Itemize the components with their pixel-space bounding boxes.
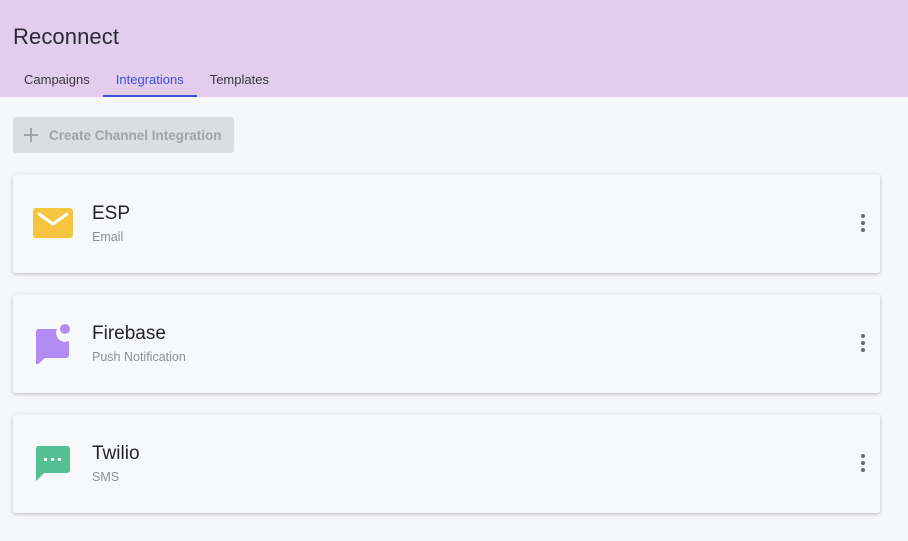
integration-card-esp[interactable]: ESP Email bbox=[13, 174, 880, 273]
more-options-icon[interactable] bbox=[856, 451, 870, 475]
integration-name: ESP bbox=[92, 203, 131, 224]
push-notification-icon bbox=[35, 324, 70, 364]
create-button-label: Create Channel Integration bbox=[49, 127, 222, 143]
integration-type: Email bbox=[92, 230, 124, 244]
tab-templates[interactable]: Templates bbox=[197, 66, 282, 97]
envelope-icon bbox=[33, 208, 73, 238]
app-title: Reconnect bbox=[13, 24, 120, 49]
app-header: Reconnect Campaigns Integrations Templat… bbox=[0, 0, 908, 97]
plus-icon bbox=[24, 128, 38, 142]
create-channel-integration-button[interactable]: Create Channel Integration bbox=[13, 117, 234, 153]
sms-chat-icon bbox=[35, 446, 70, 481]
integration-type: SMS bbox=[92, 470, 120, 484]
tab-bar: Campaigns Integrations Templates bbox=[11, 66, 282, 97]
integration-type: Push Notification bbox=[92, 350, 186, 364]
integration-card-firebase[interactable]: Firebase Push Notification bbox=[13, 294, 880, 393]
integration-name: Twilio bbox=[92, 443, 140, 464]
more-options-icon[interactable] bbox=[856, 331, 870, 355]
tab-integrations[interactable]: Integrations bbox=[102, 66, 197, 97]
tab-campaigns[interactable]: Campaigns bbox=[11, 66, 103, 97]
integration-card-twilio[interactable]: Twilio SMS bbox=[13, 414, 880, 513]
integration-name: Firebase bbox=[92, 323, 166, 344]
more-options-icon[interactable] bbox=[856, 211, 870, 235]
